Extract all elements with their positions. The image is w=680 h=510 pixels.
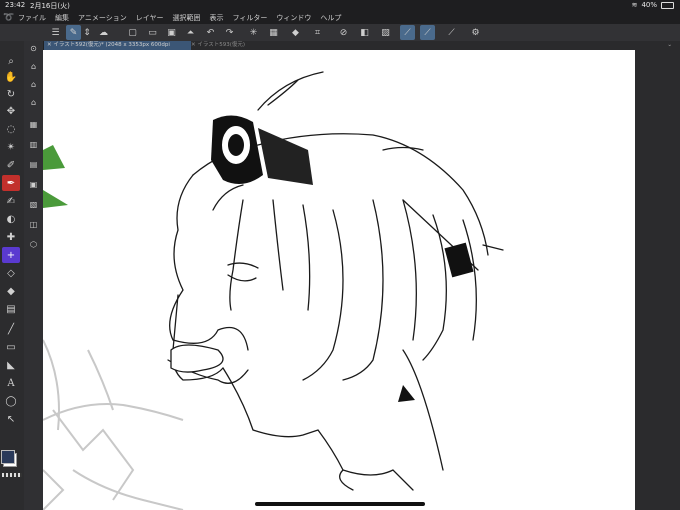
home-indicator[interactable]	[255, 502, 425, 506]
deselect-icon[interactable]: ⊘	[336, 25, 351, 40]
goggle-lens-inner	[228, 134, 244, 156]
canvas-area	[43, 50, 680, 510]
save-icon[interactable]: ▣	[164, 25, 179, 40]
tool-palette: ⌕ ✋ ↻ ✥ ◌ ✴ ✐ ✒ ✍ ◐ ✚ + ◇ ◆ ▤ ╱ ▭ ◣ A ◯ …	[0, 41, 25, 510]
redo-icon[interactable]: ↷	[222, 25, 237, 40]
fill-selection-icon[interactable]: ◆	[288, 25, 303, 40]
menu-edit[interactable]: 編集	[55, 13, 69, 23]
text-icon[interactable]: A	[2, 375, 20, 391]
command-bar: ☰ ✎ ⇕ ☁ ▢ ▭ ▣ ⏶ ↶ ↷ ✳ ▦ ◆ ⌗ ⊘ ◧ ▨ ⟋ ⟋ ⟋ …	[0, 24, 680, 42]
tab-document-active[interactable]: ✕ イラスト592(復元)* (2048 x 3353px 600dpi 32.…	[43, 41, 191, 57]
invert-selection-icon[interactable]: ◧	[357, 25, 372, 40]
figure-icon[interactable]: ╱	[2, 321, 20, 337]
main-color-chip[interactable]	[1, 450, 15, 464]
wifi-icon: ≋	[631, 1, 638, 9]
green-stroke	[43, 190, 68, 208]
background-sketch	[43, 339, 184, 510]
zoom-icon[interactable]: ⌕	[2, 53, 20, 69]
open-file-icon[interactable]: ▭	[145, 25, 160, 40]
battery-percent: 40%	[641, 1, 657, 9]
operation-icon[interactable]: ↖	[2, 411, 20, 427]
upload-icon[interactable]: ⏶	[183, 25, 198, 40]
status-right: ≋ 40%	[632, 1, 674, 9]
green-stroke	[43, 145, 65, 170]
new-file-icon[interactable]: ▢	[125, 25, 140, 40]
menu-file[interactable]: ファイル	[18, 13, 46, 23]
settings-subtool-icon[interactable]: ⬡	[26, 237, 41, 251]
airbrush-icon[interactable]: ◐	[2, 211, 20, 227]
pencil-subtool-icon[interactable]: ⌂	[26, 95, 41, 109]
magic-wand-icon[interactable]: ✴	[2, 139, 20, 155]
stepper-icon[interactable]: ⇕	[83, 25, 91, 40]
tab-document-inactive[interactable]: ✕ イラスト593(復元)	[187, 41, 249, 50]
cloud-icon[interactable]: ☁	[96, 25, 111, 40]
tongue-sketch	[170, 344, 224, 373]
pen-icon[interactable]: ✒	[2, 175, 20, 191]
status-date: 2月16日(火)	[30, 2, 70, 10]
marker-subtool-icon[interactable]: ⌂	[26, 59, 41, 73]
sketch-artwork	[43, 71, 504, 510]
real-pencil-subtool-icon[interactable]: ▤	[26, 157, 41, 171]
layer-subtool-icon[interactable]: ◫	[26, 217, 41, 231]
tab-menu-chevron-icon[interactable]: ⌄	[663, 41, 676, 50]
gradient-icon[interactable]: ▤	[2, 301, 20, 317]
app-logo-icon[interactable]: ➰	[0, 13, 18, 23]
pen-subtool-icon[interactable]: ⊙	[26, 41, 41, 55]
hamburger-menu-icon[interactable]: ☰	[48, 25, 63, 40]
document-tab-bar: ✕ イラスト592(復元)* (2048 x 3353px 600dpi 32.…	[43, 41, 680, 57]
tab-label: イラスト593(復元)	[197, 42, 246, 48]
battery-icon	[661, 1, 674, 9]
selection-border-icon[interactable]: ▨	[378, 25, 393, 40]
eyedropper-icon[interactable]: ✐	[2, 157, 20, 173]
menu-filter[interactable]: フィルター	[233, 13, 268, 23]
menu-animation[interactable]: アニメーション	[78, 13, 127, 23]
brush-icon[interactable]: ✍	[2, 193, 20, 209]
menu-window[interactable]: ウィンドウ	[276, 13, 311, 23]
decoration-selected-icon[interactable]: +	[2, 247, 20, 263]
clear-icon[interactable]: ▦	[266, 25, 281, 40]
subtool-palette: ⊙ ⌂ ⌂ ⌂ ▦ ▥ ▤ ▣ ▧ ◫ ⬡	[24, 41, 44, 510]
menu-view[interactable]: 表示	[210, 13, 224, 23]
gpen-subtool-icon[interactable]: ⌂	[26, 77, 41, 91]
transparent-color-icon[interactable]	[2, 473, 22, 477]
transform-icon[interactable]: ✳	[246, 25, 261, 40]
lasso-select-icon[interactable]: ◌	[2, 121, 20, 137]
undo-icon[interactable]: ↶	[203, 25, 218, 40]
frame-icon[interactable]: ▭	[2, 339, 20, 355]
status-time: 23:42	[5, 1, 26, 9]
balloon-icon[interactable]: ◯	[2, 393, 20, 409]
menu-layer[interactable]: レイヤー	[136, 13, 164, 23]
oil-subtool-icon[interactable]: ▦	[26, 117, 41, 131]
correct-line-icon[interactable]: ◣	[2, 357, 20, 373]
watercolor-subtool-icon[interactable]: ▥	[26, 137, 41, 151]
rotate-icon[interactable]: ↻	[2, 86, 20, 102]
ruler-edit-icon[interactable]: ⟋	[444, 25, 459, 40]
eraser-icon[interactable]: ◇	[2, 265, 20, 281]
ruler-snap-icon[interactable]: ⟋	[400, 25, 415, 40]
settings-icon[interactable]: ⚙	[468, 25, 483, 40]
fill-icon[interactable]: ◆	[2, 283, 20, 299]
crop-icon[interactable]: ⌗	[310, 25, 325, 40]
move-icon[interactable]: ✥	[2, 103, 20, 119]
decoration-icon[interactable]: ✚	[2, 229, 20, 245]
drawing-canvas[interactable]	[43, 50, 635, 510]
hand-icon[interactable]: ✋	[2, 69, 20, 85]
current-tool-icon[interactable]: ✎	[66, 25, 81, 40]
special-ruler-icon[interactable]: ⟋	[420, 25, 435, 40]
ios-status-bar: 23:42 2月16日(火) ≋ 40%	[0, 0, 680, 11]
menu-bar: ➰ ファイル 編集 アニメーション レイヤー 選択範囲 表示 フィルター ウィン…	[0, 11, 680, 24]
pastel-subtool-icon[interactable]: ▧	[26, 197, 41, 211]
menu-selection[interactable]: 選択範囲	[173, 13, 201, 23]
crayon-subtool-icon[interactable]: ▣	[26, 177, 41, 191]
menu-help[interactable]: ヘルプ	[320, 13, 341, 23]
